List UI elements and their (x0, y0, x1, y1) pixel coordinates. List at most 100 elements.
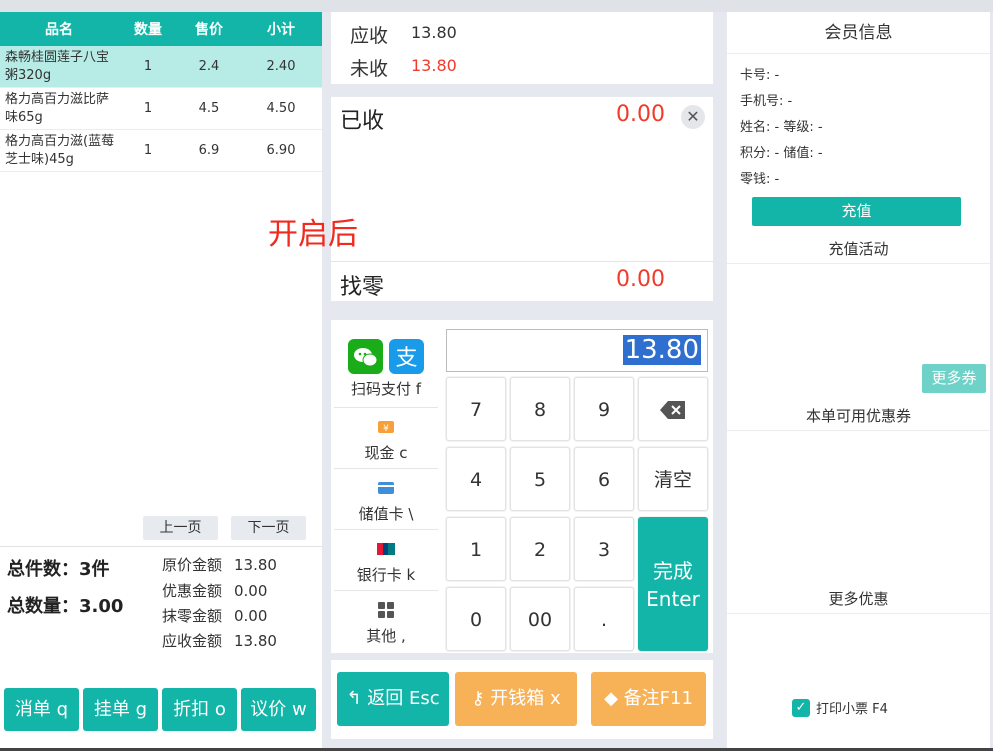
item-price: 6.9 (198, 143, 220, 158)
discount-amount-value: 0.00 (234, 582, 268, 600)
cancel-order-button[interactable]: 消单 q (4, 688, 79, 731)
note-label: 备注F11 (623, 688, 693, 709)
backspace-icon (660, 401, 685, 419)
cart-row[interactable]: 格力高百力滋比萨味65g 1 4.5 4.50 (0, 88, 322, 130)
amount-input-value: 13.80 (622, 335, 701, 365)
hold-order-button[interactable]: 挂单 g (83, 688, 158, 731)
discount-amount: 优惠金额 0.00 (162, 580, 267, 601)
key-3[interactable]: 3 (574, 517, 634, 581)
total-items-value: 3件 (79, 559, 110, 580)
grid-icon (378, 602, 394, 618)
member-phone: 手机号: - (740, 94, 793, 109)
next-page-button[interactable]: 下一页 (231, 516, 306, 540)
total-qty-label: 总数量： (7, 596, 79, 617)
cash-icon: ¥ (378, 421, 394, 434)
paid-label: 已收 (340, 109, 385, 134)
other-pay-button[interactable]: 其他 , (334, 593, 438, 650)
bottom-actions: ↰ 返回 Esc ⚷ 开钱箱 x ◆ 备注F11 (331, 660, 713, 739)
recharge-button[interactable]: 充值 (752, 197, 961, 226)
top-bar (0, 0, 993, 12)
due-amount: 应收金额 13.80 (162, 630, 277, 651)
original-amount: 原价金额 13.80 (162, 554, 277, 575)
bank-card-label: 银行卡 k (356, 566, 416, 584)
key-2[interactable]: 2 (510, 517, 570, 581)
more-coupons-button[interactable]: 更多券 (922, 364, 986, 393)
payment-methods: 支 扫码支付 f ¥ 现金 c 储值卡 \ 银行卡 k 其他 , (331, 328, 439, 650)
keypad-area: 支 扫码支付 f ¥ 现金 c 储值卡 \ 银行卡 k 其他 , 13.80 7… (331, 320, 713, 653)
rounding-amount: 抹零金额 0.00 (162, 605, 267, 626)
key-4[interactable]: 4 (446, 447, 506, 511)
header-subtotal: 小计 (267, 22, 295, 38)
item-qty: 1 (143, 101, 153, 116)
close-icon[interactable]: ✕ (681, 105, 705, 129)
print-receipt-toggle[interactable]: ✓ 打印小票 F4 (792, 698, 888, 717)
total-items: 总件数：3件 (7, 555, 110, 581)
scan-pay-button[interactable]: 支 扫码支付 f (334, 328, 438, 408)
bargain-button[interactable]: 议价 w (241, 688, 316, 731)
divider (331, 261, 713, 262)
item-qty: 1 (143, 143, 153, 158)
key-icon: ⚷ (471, 688, 485, 709)
cash-button[interactable]: ¥ 现金 c (334, 410, 438, 469)
key-1[interactable]: 1 (446, 517, 506, 581)
amount-input[interactable]: 13.80 (446, 329, 708, 372)
member-name-level: 姓名: - 等级: - (740, 120, 823, 135)
backspace-button[interactable] (638, 377, 708, 441)
tag-icon: ◆ (604, 688, 618, 709)
enter-label: Enter (646, 587, 700, 611)
discount-amount-label: 优惠金额 (162, 582, 223, 600)
item-subtotal: 2.40 (266, 59, 296, 74)
total-items-label: 总件数： (7, 559, 79, 580)
overlay-annotation: 开启后 (268, 217, 358, 252)
key-7[interactable]: 7 (446, 377, 506, 441)
done-enter-button[interactable]: 完成 Enter (638, 517, 708, 651)
rounding-amount-label: 抹零金额 (162, 607, 223, 625)
key-8[interactable]: 8 (510, 377, 570, 441)
item-subtotal: 6.90 (266, 143, 296, 158)
other-pay-label: 其他 , (366, 627, 406, 645)
item-price: 4.5 (198, 101, 220, 116)
key-0[interactable]: 0 (446, 587, 506, 651)
key-dot[interactable]: . (574, 587, 634, 651)
bank-card-button[interactable]: 银行卡 k (334, 532, 438, 591)
available-coupons-title: 本单可用优惠券 (727, 401, 990, 431)
key-6[interactable]: 6 (574, 447, 634, 511)
open-cashbox-button[interactable]: ⚷ 开钱箱 x (455, 672, 577, 726)
card-icon (378, 482, 394, 494)
stored-card-label: 储值卡 \ (358, 505, 414, 523)
receivable-value: 13.80 (411, 23, 457, 42)
checkbox-checked-icon[interactable]: ✓ (792, 698, 810, 717)
member-change: 零钱: - (740, 172, 780, 187)
member-panel: 会员信息 卡号: - 手机号: - 姓名: - 等级: - 积分: - 储值: … (727, 12, 990, 749)
more-offers-title: 更多优惠 (727, 584, 990, 614)
key-9[interactable]: 9 (574, 377, 634, 441)
order-summary: 总件数：3件 总数量：3.00 原价金额 13.80 优惠金额 0.00 抹零金额 0… (0, 546, 322, 682)
cart-row[interactable]: 格力高百力滋(蓝莓芝士味)45g 1 6.9 6.90 (0, 130, 322, 172)
back-button[interactable]: ↰ 返回 Esc (337, 672, 449, 726)
change-label: 找零 (340, 275, 385, 300)
prev-page-button[interactable]: 上一页 (143, 516, 218, 540)
stored-card-button[interactable]: 储值卡 \ (334, 471, 438, 530)
cash-label: 现金 c (364, 444, 408, 462)
total-qty: 总数量：3.00 (7, 592, 123, 618)
paid-panel: 已收 0.00 ✕ 找零 0.00 (331, 97, 713, 301)
due-panel: 应收 13.80 未收 13.80 (331, 12, 713, 84)
paid-value: 0.00 (616, 102, 665, 127)
print-receipt-label: 打印小票 F4 (816, 702, 888, 717)
item-qty: 1 (143, 59, 153, 74)
open-cashbox-label: 开钱箱 x (490, 688, 561, 709)
original-amount-label: 原价金额 (162, 556, 223, 574)
recharge-activity-title: 充值活动 (727, 234, 990, 264)
member-info-title: 会员信息 (727, 12, 990, 54)
cart-row[interactable]: 森畅桂圆莲子八宝粥320g 1 2.4 2.40 (0, 46, 322, 88)
rounding-amount-value: 0.00 (234, 607, 268, 625)
header-price: 售价 (195, 22, 223, 38)
key-5[interactable]: 5 (510, 447, 570, 511)
item-name: 格力高百力滋(蓝莓芝士味)45g (5, 133, 115, 167)
discount-button[interactable]: 折扣 o (162, 688, 237, 731)
clear-button[interactable]: 清空 (638, 447, 708, 511)
item-name: 格力高百力滋比萨味65g (5, 91, 110, 125)
note-button[interactable]: ◆ 备注F11 (591, 672, 706, 726)
key-00[interactable]: 00 (510, 587, 570, 651)
receivable-label: 应收 (350, 25, 389, 47)
